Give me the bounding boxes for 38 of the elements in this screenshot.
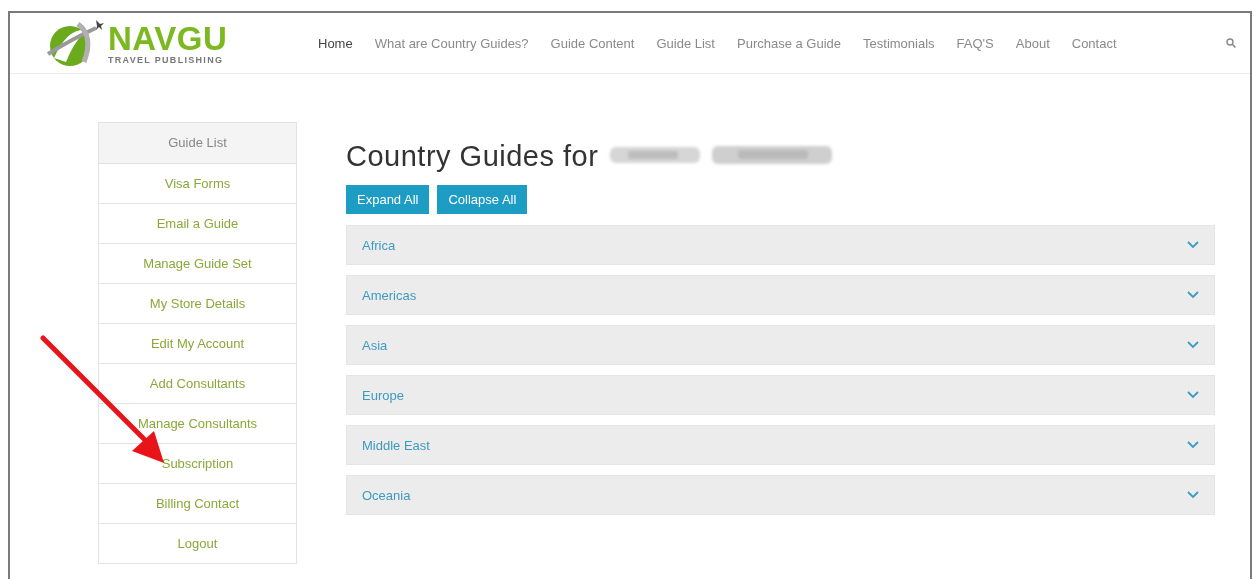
sidebar-item[interactable]: Edit My Account <box>99 323 296 363</box>
globe-plane-icon <box>44 18 106 68</box>
logo-tagline: TRAVEL PUBLISHING <box>108 55 225 65</box>
nav-link[interactable]: Guide List <box>656 35 715 51</box>
accordion-header[interactable]: Africa <box>346 225 1215 265</box>
accordion-header[interactable]: Americas <box>346 275 1215 315</box>
chevron-down-icon <box>1187 441 1199 449</box>
sidebar-item[interactable]: Email a Guide <box>99 203 296 243</box>
sidebar-item[interactable]: My Store Details <box>99 283 296 323</box>
search-icon[interactable] <box>1226 38 1236 48</box>
nav-link[interactable]: Contact <box>1071 35 1117 51</box>
chevron-down-icon <box>1187 291 1199 299</box>
toolbar-button[interactable]: Collapse All <box>437 185 528 214</box>
navgu-logo[interactable]: NAVGU TRAVEL PUBLISHING <box>44 18 318 68</box>
sidebar-item[interactable]: Manage Guide Set <box>99 243 296 283</box>
nav-link[interactable]: Home <box>318 35 353 51</box>
logo-wordmark: NAVGU <box>108 21 228 55</box>
sidebar-item[interactable]: Logout <box>99 523 296 563</box>
nav-link[interactable]: About <box>1015 35 1050 51</box>
sidebar-item[interactable]: Visa Forms <box>99 163 296 203</box>
page-heading: Country Guides for <box>346 139 599 173</box>
toolbar-button[interactable]: Expand All <box>346 185 430 214</box>
sidebar-item[interactable]: Billing Contact <box>99 483 296 523</box>
chevron-down-icon <box>1187 391 1199 399</box>
nav-link[interactable]: Purchase a Guide <box>737 35 842 51</box>
sidebar-item[interactable]: Guide List <box>99 123 296 163</box>
nav-link[interactable]: Guide Content <box>550 35 635 51</box>
accordion-header[interactable]: Asia <box>346 325 1215 365</box>
accordion-header[interactable]: Europe <box>346 375 1215 415</box>
chevron-down-icon <box>1187 241 1199 249</box>
nav-link[interactable]: Testimonials <box>863 35 935 51</box>
nav-link[interactable]: What are Country Guides? <box>374 35 529 51</box>
accordion-header[interactable]: Middle East <box>346 425 1215 465</box>
chevron-down-icon <box>1187 491 1199 499</box>
sidebar-item[interactable]: Add Consultants <box>99 363 296 403</box>
nav-link[interactable]: FAQ'S <box>956 35 994 51</box>
chevron-down-icon <box>1187 341 1199 349</box>
accordion-header[interactable]: Oceania <box>346 475 1215 515</box>
